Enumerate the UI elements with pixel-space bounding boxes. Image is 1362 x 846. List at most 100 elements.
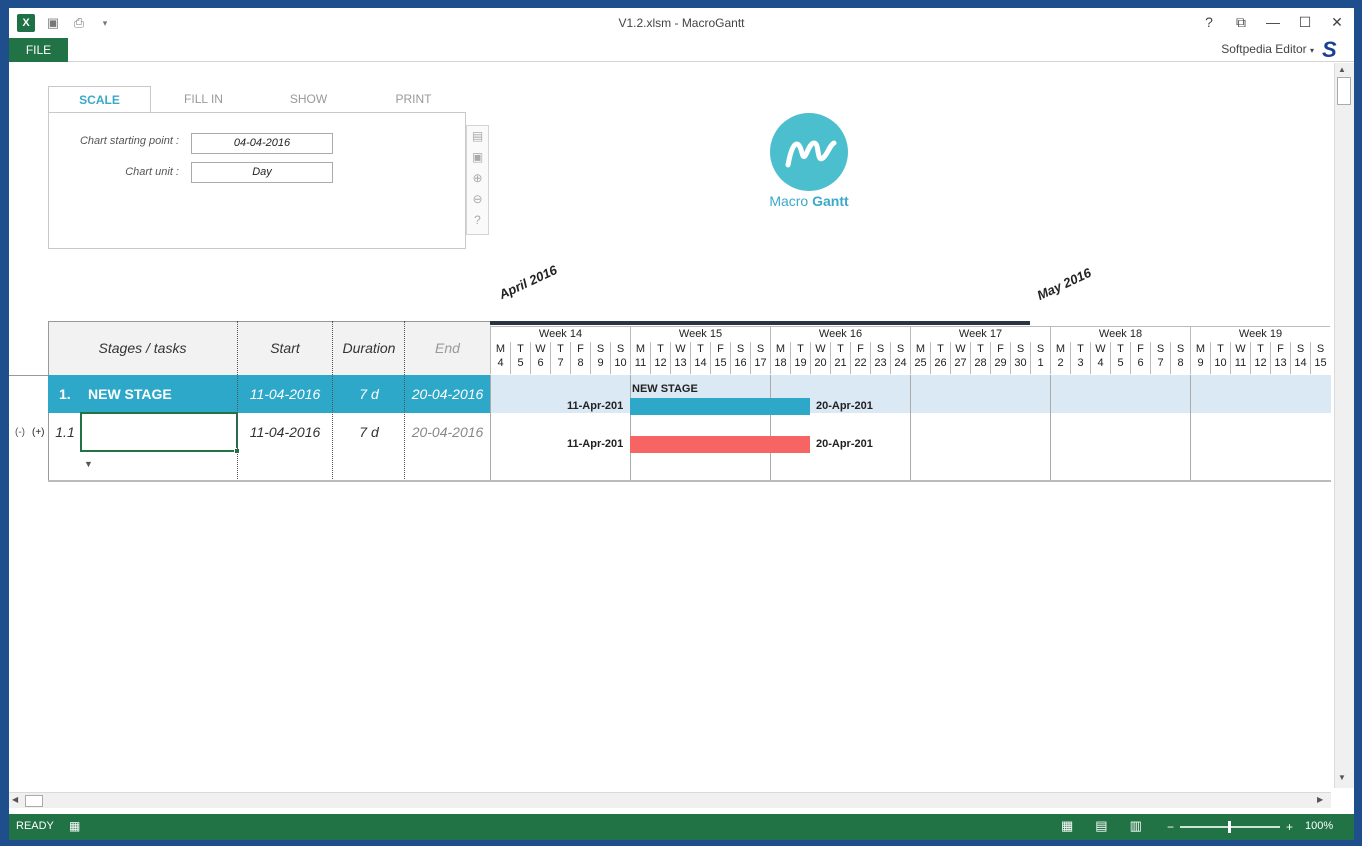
expand-control[interactable]: (+) xyxy=(32,427,45,438)
bar-end-label: 20-Apr-201 xyxy=(816,400,873,412)
stage-row[interactable]: 1. NEW STAGE 11-04-2016 7 d 20-04-2016 xyxy=(48,375,491,413)
day-header: W 27 xyxy=(950,342,970,374)
day-number: 12 xyxy=(654,357,667,369)
day-number: 4 xyxy=(1097,357,1104,369)
zoom-out-icon[interactable]: − xyxy=(1167,820,1174,834)
zoom-track[interactable] xyxy=(1180,821,1281,833)
tab-print[interactable]: PRINT xyxy=(361,86,466,113)
zoom-out-icon[interactable]: ⊖ xyxy=(467,189,488,210)
zoom-level[interactable]: 100% xyxy=(1305,820,1333,832)
vertical-scrollbar[interactable]: ▲ ▼ xyxy=(1334,63,1354,788)
header-duration: Duration xyxy=(342,340,396,356)
page-break-icon[interactable]: ▥ xyxy=(1130,818,1142,834)
day-header: S1 xyxy=(1030,342,1050,374)
stage-number: 1. xyxy=(59,386,71,402)
scroll-down-icon[interactable]: ▼ xyxy=(1338,773,1346,782)
save-icon[interactable]: ▣ xyxy=(467,147,488,168)
macro-record-icon[interactable]: ▦ xyxy=(69,819,80,833)
close-button[interactable]: ✕ xyxy=(1328,12,1346,32)
day-letter: T xyxy=(977,343,984,355)
excel-export-icon[interactable]: ▤ xyxy=(467,126,488,147)
day-number: 21 xyxy=(834,357,847,369)
softpedia-logo: S xyxy=(1322,37,1337,62)
collapse-control[interactable]: (-) xyxy=(15,427,25,438)
day-header: F 13 xyxy=(1270,342,1290,374)
day-header: T 10 xyxy=(1210,342,1230,374)
day-header: T7 xyxy=(550,342,570,374)
tab-show[interactable]: SHOW xyxy=(256,86,361,113)
window-title: V1.2.xlsm - MacroGantt xyxy=(618,16,745,30)
header-end: End xyxy=(435,340,460,356)
scale-panel: Chart starting point : 04-04-2016 Chart … xyxy=(48,112,466,249)
week-header: Week 16 xyxy=(770,326,910,342)
day-header: S 16 xyxy=(730,342,750,374)
logo-gantt: Gantt xyxy=(812,193,849,209)
chart-start-input[interactable]: 04-04-2016 xyxy=(191,133,333,154)
stage-duration: 7 d xyxy=(359,386,379,402)
status-ready: READY xyxy=(16,820,54,832)
day-letter: W xyxy=(1095,343,1106,355)
scroll-up-icon[interactable]: ▲ xyxy=(1338,65,1346,74)
task-end: 20-04-2016 xyxy=(411,424,484,440)
zoom-thumb[interactable] xyxy=(1228,821,1232,833)
day-number: 18 xyxy=(774,357,787,369)
header-stages: Stages / tasks xyxy=(98,340,187,356)
page-layout-icon[interactable]: ▤ xyxy=(1095,818,1107,834)
ribbon-display-icon[interactable]: ⧉ xyxy=(1232,12,1250,32)
minimize-button[interactable]: — xyxy=(1264,12,1282,32)
day-number: 13 xyxy=(1274,357,1287,369)
day-number: 22 xyxy=(854,357,867,369)
normal-view-icon[interactable]: ▦ xyxy=(1061,818,1073,834)
horizontal-scrollbar[interactable]: ◀ ▶ xyxy=(9,792,1331,808)
day-number: 10 xyxy=(614,357,627,369)
stage-gantt-bar[interactable] xyxy=(630,398,810,415)
zoom-slider[interactable]: − + xyxy=(1167,820,1293,834)
day-number: 27 xyxy=(954,357,967,369)
tab-scale[interactable]: SCALE xyxy=(48,86,151,113)
zoom-in-icon[interactable]: + xyxy=(1286,820,1293,834)
day-header: T 28 xyxy=(970,342,990,374)
scroll-left-icon[interactable]: ◀ xyxy=(12,795,18,804)
zoom-in-icon[interactable]: ⊕ xyxy=(467,168,488,189)
task-name-input[interactable] xyxy=(80,412,240,454)
maximize-button[interactable]: ☐ xyxy=(1296,12,1314,32)
scroll-right-icon[interactable]: ▶ xyxy=(1317,795,1323,804)
stage-end: 20-04-2016 xyxy=(411,386,484,402)
ribbon-bar: FILE Softpedia Editor ▾ S xyxy=(9,38,1354,62)
day-letter: W xyxy=(675,343,686,355)
day-letter: S xyxy=(876,343,885,355)
day-header: M 11 xyxy=(630,342,650,374)
task-gantt-bar[interactable] xyxy=(630,436,810,453)
help-icon[interactable]: ? xyxy=(1200,12,1218,32)
gutter-divider xyxy=(9,375,48,376)
user-account[interactable]: Softpedia Editor ▾ xyxy=(1221,42,1314,56)
day-header: F6 xyxy=(1130,342,1150,374)
col-divider xyxy=(404,321,405,481)
tab-fill-in[interactable]: FILL IN xyxy=(151,86,256,113)
day-header: T5 xyxy=(510,342,530,374)
day-number: 28 xyxy=(974,357,987,369)
task-start: 11-04-2016 xyxy=(249,424,321,440)
view-buttons: ▦ ▤ ▥ xyxy=(1061,818,1142,834)
task-dropdown-arrow[interactable]: ▼ xyxy=(84,459,93,469)
day-number: 8 xyxy=(577,357,584,369)
day-number: 10 xyxy=(1214,357,1227,369)
help-icon[interactable]: ? xyxy=(467,210,488,231)
day-header: S 24 xyxy=(890,342,910,374)
file-tab[interactable]: FILE xyxy=(9,38,68,62)
day-letter: M xyxy=(775,343,786,355)
stage-name: NEW STAGE xyxy=(88,386,172,402)
vertical-scroll-thumb[interactable] xyxy=(1337,77,1351,105)
chart-unit-select[interactable]: Day xyxy=(191,162,333,183)
day-letter: T xyxy=(1257,343,1264,355)
worksheet[interactable]: SCALE FILL IN SHOW PRINT Chart starting … xyxy=(9,63,1331,788)
week-gridline xyxy=(490,375,491,481)
horizontal-scroll-thumb[interactable] xyxy=(25,795,43,807)
month-label-may: May 2016 xyxy=(1034,264,1094,303)
day-header: S7 xyxy=(1150,342,1170,374)
month-label-april: April 2016 xyxy=(496,262,560,302)
day-letter: F xyxy=(1277,343,1284,355)
day-letter: T xyxy=(1217,343,1224,355)
table-bottom-border xyxy=(48,480,1331,482)
day-letter: T xyxy=(837,343,844,355)
